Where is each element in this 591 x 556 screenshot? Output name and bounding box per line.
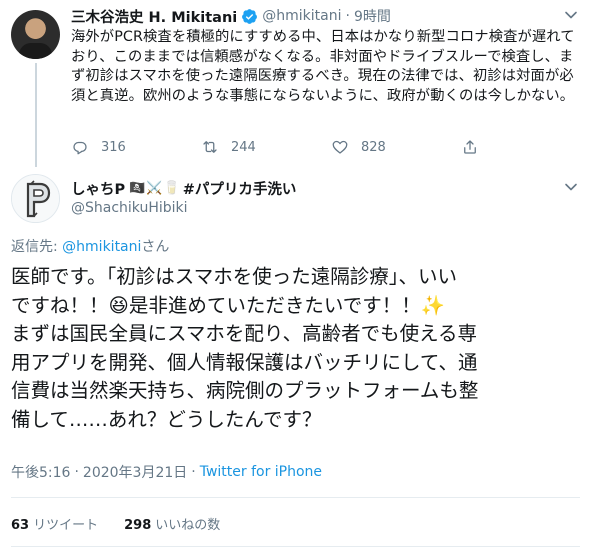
avatar[interactable] [11,10,60,59]
retweet-count: 244 [231,139,256,155]
reply-tweet-header: しゃちP 🏴‍☠️⚔️🥛 #パプリカ手洗い [71,178,296,199]
author-name-suffix[interactable]: #パプリカ手洗い [183,178,297,199]
tweet-text: 医師です。「初診はスマホを使った遠隔診療」、いい ですね！！😆是非進めていただき… [11,263,583,434]
retweet-icon [203,141,217,153]
retweet-button[interactable]: 244 [201,138,331,156]
author-name[interactable]: しゃちP [71,178,125,199]
reply-to-line: 返信先: @hmikitaniさん [11,236,169,256]
chevron-down-icon[interactable] [564,180,578,194]
chevron-down-icon[interactable] [564,8,578,22]
tweet-stats: 63 リツイート 298 いいねの数 [11,514,220,533]
like-count: 828 [361,139,386,155]
tweet-text-line: 医師です。「初診はスマホを使った遠隔診療」、いい [11,265,457,288]
retweet-stat-label: リツイート [33,518,99,533]
tweet-date[interactable]: 2020年3月21日 [83,462,187,482]
tweet-time[interactable]: 9時間 [354,6,391,26]
reply-button[interactable]: 316 [71,138,201,156]
avatar[interactable] [11,174,60,223]
retweet-stat[interactable]: 63 リツイート [11,514,98,533]
tweet-meta: 午後5:16 · 2020年3月21日 · Twitter for iPhone [11,462,322,482]
author-name[interactable]: 三木谷浩史 H. Mikitani [71,6,237,27]
tweet-text-line: ですね！！😆是非進めていただきたいです！！✨ [11,293,446,317]
tweet-time[interactable]: 午後5:16 [11,462,70,482]
verified-badge-icon [242,8,258,24]
reply-prefix: 返信先: [11,239,63,255]
tweet-text-line: 信費は当然楽天持ち、病院側のプラットフォームも整 [11,379,479,402]
tweet-text-line: まずは国民全員にスマホを配り、高齢者でも使える専 [11,322,478,345]
separator-dot: · [74,464,79,480]
author-handle[interactable]: @ShachikuHibiki [71,200,188,216]
tweet-text-line: 備して……あれ？どうしたんです？ [11,407,322,431]
reply-suffix: さん [141,239,170,255]
avatar-logo-icon [12,175,59,222]
thread-line [35,63,37,167]
tweet-actions: 316 244 828 [71,137,491,157]
parent-tweet-header: 三木谷浩史 H. Mikitani @hmikitani · 9時間 [71,6,391,26]
retweet-stat-count: 63 [11,518,30,533]
reply-to-link[interactable]: @hmikitani [62,239,141,255]
like-stat[interactable]: 298 いいねの数 [124,514,220,533]
parent-tweet[interactable]: 三木谷浩史 H. Mikitani @hmikitani · 9時間 海外がPC… [0,0,591,167]
separator-dot: · [345,8,350,24]
like-stat-label: いいねの数 [155,518,221,533]
tweet-text: 海外がPCR検査を積極的にすすめる中、日本はかなり新型コロナ検査が遅れており、こ… [71,29,575,104]
separator-dot: · [191,464,196,480]
divider [11,497,580,498]
author-handle[interactable]: @hmikitani [262,8,341,24]
tweet-source-link[interactable]: Twitter for iPhone [200,464,322,480]
share-button[interactable] [461,138,491,156]
name-emoji: 🏴‍☠️⚔️🥛 [129,181,181,196]
like-stat-count: 298 [124,518,152,533]
share-icon [464,140,476,154]
tweet-text-line: 用アプリを開発、個人情報保護はバッチリにして、通 [11,350,478,374]
reply-count: 316 [101,139,126,155]
reply-icon [73,141,87,155]
heart-icon [332,140,348,154]
like-button[interactable]: 828 [331,138,461,156]
divider [11,546,580,547]
